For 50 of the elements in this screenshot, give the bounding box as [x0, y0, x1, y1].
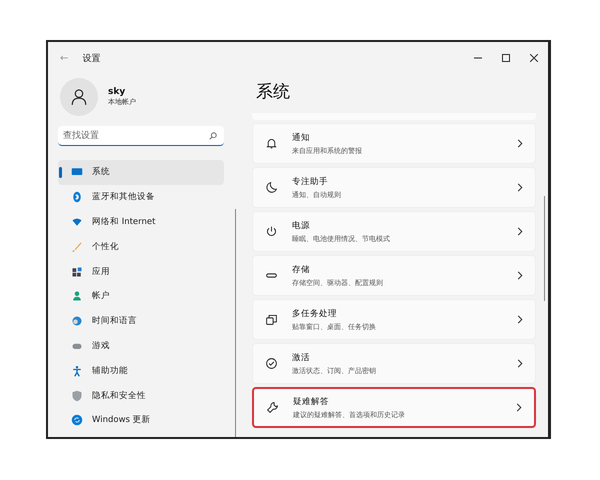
card-title: 存储 [292, 264, 311, 276]
card-title: 激活 [292, 352, 311, 364]
apps-icon [71, 266, 83, 278]
windows-icon [265, 313, 278, 326]
maximize-icon [502, 54, 510, 62]
scrollbar[interactable] [234, 209, 236, 437]
card-title: 多任务处理 [292, 308, 338, 320]
sidebar-item[interactable]: 蓝牙和其他设备 [58, 184, 224, 210]
search-field[interactable]: 查找设置 [58, 126, 224, 146]
shield-icon [71, 390, 83, 402]
wifi-icon [71, 216, 83, 228]
bell-icon [265, 137, 278, 150]
scrollbar[interactable] [544, 196, 545, 301]
chevron-icon [517, 271, 523, 280]
sidebar-item[interactable]: 网络和 Internet [58, 210, 224, 234]
avatar[interactable] [60, 78, 98, 116]
sidebar-item[interactable]: 帐户 [58, 284, 224, 309]
bluetooth-icon [71, 191, 83, 204]
sidebar-item[interactable]: 应用 [58, 259, 224, 284]
power-icon [265, 225, 278, 238]
chevron-icon [517, 315, 523, 324]
chevron-icon [517, 227, 523, 236]
chevron-icon [517, 183, 523, 192]
card-title: 电源 [292, 220, 311, 232]
sidebar-item[interactable]: Windows 更新 [58, 408, 224, 433]
close-icon [530, 54, 538, 62]
sidebar-item[interactable]: 时间和语言 [58, 308, 224, 334]
window-title: 设置 [82, 52, 100, 64]
wrench-icon [266, 401, 279, 414]
sidebar-item[interactable]: 系统 [58, 160, 224, 185]
account-name: sky [108, 87, 126, 97]
card-title: 通知 [292, 132, 311, 144]
accessibility-icon [71, 364, 83, 377]
card-title: 疑难解答 [293, 396, 330, 408]
check-circle-icon [265, 357, 278, 370]
sidebar-item[interactable]: 辅助功能 [58, 358, 224, 384]
sidebar-item[interactable]: 游戏 [58, 334, 224, 358]
page-title: 系统 [255, 81, 291, 104]
moon-icon [265, 181, 278, 194]
sidebar-item[interactable]: 隐私和安全性 [58, 383, 224, 408]
sidebar-item[interactable]: 个性化 [58, 234, 224, 260]
person-icon [70, 88, 88, 106]
card-title: 专注助手 [292, 176, 329, 188]
update-icon [71, 414, 83, 426]
search-icon [209, 132, 217, 140]
chevron-icon [517, 139, 523, 148]
chevron-icon [517, 359, 523, 368]
brush-icon [71, 240, 83, 253]
person-icon [71, 290, 83, 302]
chevron-icon [516, 403, 522, 412]
